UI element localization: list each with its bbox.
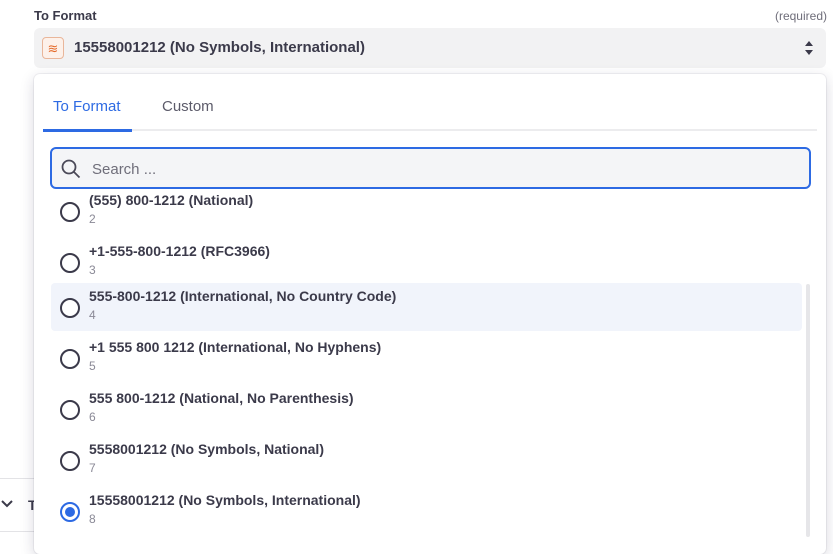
radio-button[interactable] [60, 202, 80, 222]
sort-arrows-icon [805, 41, 813, 55]
option-index: 5 [89, 359, 96, 373]
radio-button[interactable] [60, 502, 80, 522]
active-tab-indicator [43, 129, 132, 132]
selected-value: 15558001212 (No Symbols, International) [74, 39, 365, 56]
chevron-down-icon [1, 500, 13, 508]
radio-button[interactable] [60, 451, 80, 471]
option-label: 555 800-1212 (National, No Parenthesis) [89, 390, 354, 406]
option-index: 7 [89, 461, 96, 475]
dropdown-tabs: To Format Custom [34, 74, 826, 132]
tab-to-format[interactable]: To Format [53, 98, 121, 115]
tab-custom[interactable]: Custom [162, 98, 214, 115]
options-list[interactable]: (555) 800-1212 (National) 2 +1-555-800-1… [34, 190, 809, 554]
option-index: 6 [89, 410, 96, 424]
required-indicator: (required) [774, 9, 827, 23]
option-label: 15558001212 (No Symbols, International) [89, 492, 361, 508]
option-index: 2 [89, 212, 96, 226]
list-item[interactable]: 555 800-1212 (National, No Parenthesis) … [51, 385, 802, 433]
list-item[interactable]: +1-555-800-1212 (RFC3966) 3 [51, 238, 802, 286]
option-index: 4 [89, 308, 96, 322]
search-input[interactable] [90, 149, 794, 189]
format-select[interactable]: ≋ 15558001212 (No Symbols, International… [34, 28, 826, 68]
search-box[interactable] [50, 147, 811, 189]
search-icon [61, 159, 81, 179]
field-label: To Format [34, 8, 97, 23]
option-label: +1-555-800-1212 (RFC3966) [89, 243, 270, 259]
list-item[interactable]: 5558001212 (No Symbols, National) 7 [51, 436, 802, 484]
list-item[interactable]: 555-800-1212 (International, No Country … [51, 283, 802, 331]
option-label: (555) 800-1212 (National) [89, 192, 254, 208]
format-dropdown: To Format Custom (555) 800-1212 (Nationa… [34, 74, 826, 554]
option-label: +1 555 800 1212 (International, No Hyphe… [89, 339, 382, 355]
radio-button[interactable] [60, 298, 80, 318]
list-item[interactable]: +1 555 800 1212 (International, No Hyphe… [51, 334, 802, 382]
option-label: 555-800-1212 (International, No Country … [89, 288, 397, 304]
radio-button[interactable] [60, 400, 80, 420]
option-label: 5558001212 (No Symbols, National) [89, 441, 324, 457]
scrollbar[interactable] [806, 284, 810, 537]
list-item[interactable]: (555) 800-1212 (National) 2 [51, 190, 802, 235]
option-index: 3 [89, 263, 96, 277]
radio-button[interactable] [60, 349, 80, 369]
option-index: 8 [89, 512, 96, 526]
formatter-icon: ≋ [42, 37, 64, 59]
radio-button[interactable] [60, 253, 80, 273]
list-item[interactable]: 15558001212 (No Symbols, International) … [51, 487, 802, 535]
tabs-divider [43, 129, 817, 131]
